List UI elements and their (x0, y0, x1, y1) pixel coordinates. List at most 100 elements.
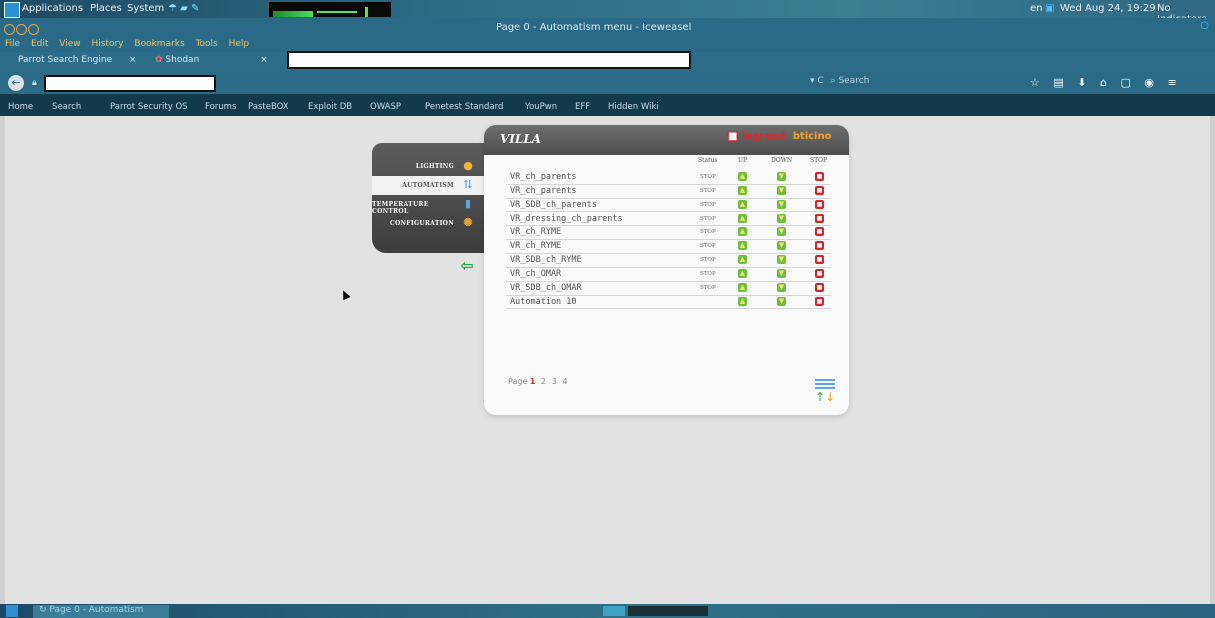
automation-row: VR_SDB_ch_RYME STOP ▲ ▼ ■ (506, 253, 831, 268)
maximize-window-button[interactable] (28, 24, 39, 35)
places-menu[interactable]: Places (90, 3, 122, 14)
tab-parrot-search[interactable]: Parrot Search Engine × (18, 55, 137, 70)
exit-icon[interactable]: ⇦ (458, 257, 476, 275)
menu-history[interactable]: History (91, 39, 123, 49)
menu-icon[interactable]: ≡ (1168, 76, 1177, 89)
home-icon[interactable]: ⌂ (1100, 76, 1107, 89)
down-button[interactable]: ▼ (777, 241, 786, 251)
app-side-menu: LIGHTING ● AUTOMATISM ⇅ TEMPERATURE CONT… (372, 143, 484, 253)
menu-file[interactable]: File (5, 39, 20, 49)
down-button[interactable]: ▼ (777, 268, 786, 278)
page-link-3[interactable]: 3 (552, 377, 557, 386)
stop-button[interactable]: ■ (815, 199, 824, 209)
down-button[interactable]: ▼ (777, 255, 786, 265)
down-button[interactable]: ▼ (777, 172, 786, 181)
up-button[interactable]: ▲ (738, 241, 747, 251)
minimize-window-button[interactable] (16, 24, 27, 35)
bookmark-owasp[interactable]: OWASP (370, 102, 401, 112)
system-menu-icon[interactable] (4, 2, 20, 18)
stop-button[interactable]: ■ (815, 172, 824, 181)
bookmark-forums[interactable]: Forums (205, 102, 236, 112)
down-button[interactable]: ▼ (777, 227, 786, 237)
stop-button[interactable]: ■ (815, 227, 824, 237)
menu-view[interactable]: View (59, 39, 80, 49)
window-maximize-icon[interactable]: ○ (1200, 20, 1209, 31)
up-button[interactable]: ▲ (738, 199, 747, 209)
bookmark-pastebox[interactable]: PasteBOX (248, 102, 289, 112)
clock[interactable]: Wed Aug 24, 19:29 (1060, 3, 1156, 14)
taskbar-window-button[interactable]: ↻ Page 0 - Automatism (33, 605, 169, 618)
bookmark-search[interactable]: Search (52, 102, 81, 112)
down-button[interactable]: ▼ (777, 185, 786, 195)
up-button[interactable]: ▲ (738, 282, 747, 292)
nav-automatism[interactable]: AUTOMATISM ⇅ (372, 176, 484, 195)
workspace-switcher[interactable] (603, 606, 625, 616)
bookmark-parrot-os[interactable]: Parrot Security OS (110, 102, 188, 112)
stop-button[interactable]: ■ (815, 185, 824, 195)
tab-close-icon[interactable]: × (260, 55, 268, 65)
reload-icon[interactable]: ▾ C (810, 76, 824, 86)
menu-edit[interactable]: Edit (31, 39, 48, 49)
close-window-button[interactable] (4, 24, 15, 35)
search-field[interactable]: ▾ C ⌕ Search (810, 76, 1030, 86)
up-button[interactable]: ▲ (738, 227, 747, 237)
up-button[interactable]: ▲ (738, 172, 747, 181)
nav-temperature-control[interactable]: TEMPERATURE CONTROL ▮ (372, 195, 484, 215)
window-titlebar[interactable]: Page 0 - Automatism menu - Iceweasel ○ (0, 18, 1215, 36)
menu-bookmarks[interactable]: Bookmarks (134, 39, 184, 49)
automation-status: STOP (700, 187, 716, 194)
up-button[interactable]: ▲ (738, 255, 747, 265)
up-button[interactable]: ▲ (738, 185, 747, 195)
page-link-2[interactable]: 2 (541, 377, 546, 386)
launcher-icons[interactable]: ☂ ▰ ✎ (168, 3, 199, 14)
stop-button[interactable]: ■ (815, 268, 824, 278)
up-button[interactable]: ▲ (738, 268, 747, 278)
stop-button[interactable]: ■ (815, 282, 824, 292)
bookmark-penetest-standard[interactable]: Penetest Standard (425, 102, 503, 112)
lock-icon: 🔒︎ (32, 78, 37, 88)
network-icon[interactable]: ▣ (1045, 3, 1054, 14)
stop-button[interactable]: ■ (815, 255, 824, 265)
bookmark-home[interactable]: Home (8, 102, 33, 112)
automation-name: VR_ch_RYME (510, 241, 562, 252)
stop-button[interactable]: ■ (815, 213, 824, 223)
tab-close-icon[interactable]: × (129, 55, 137, 65)
down-button[interactable]: ▼ (777, 199, 786, 209)
bookmark-youpwn[interactable]: YouPwn (525, 102, 557, 112)
bookmark-eff[interactable]: EFF (575, 102, 590, 112)
reading-list-icon[interactable]: ▤ (1053, 76, 1063, 89)
url-bar-redacted[interactable] (44, 75, 216, 92)
stop-button[interactable]: ■ (815, 241, 824, 251)
bookmark-hidden-wiki[interactable]: Hidden Wiki (608, 102, 659, 112)
up-down-all-icon[interactable]: ↑↓ (815, 379, 835, 405)
nav-label: CONFIGURATION (389, 220, 454, 227)
automation-status: STOP (700, 215, 716, 222)
sync-icon[interactable]: ◉ (1144, 76, 1154, 89)
up-button[interactable]: ▲ (738, 213, 747, 223)
system-menu[interactable]: System (127, 3, 164, 14)
nav-lighting[interactable]: LIGHTING ● (372, 157, 484, 176)
pagination: Page 1 2 3 4 (508, 377, 567, 386)
download-icon[interactable]: ⬇ (1077, 76, 1086, 89)
tab-shodan[interactable]: ✿ Shodan × (155, 55, 268, 70)
up-button[interactable]: ▲ (738, 296, 747, 306)
automation-name: VR_ch_RYME (510, 227, 562, 238)
down-button[interactable]: ▼ (777, 282, 786, 292)
applications-menu[interactable]: Applications (22, 3, 83, 14)
down-button[interactable]: ▼ (777, 296, 786, 306)
menu-help[interactable]: Help (229, 39, 250, 49)
locale-indicator[interactable]: en (1030, 3, 1043, 14)
workspace-switcher-2[interactable] (628, 606, 708, 616)
automation-row: VR_ch_RYME STOP ▲ ▼ ■ (506, 225, 831, 241)
pocket-icon[interactable]: ▢ (1120, 76, 1130, 89)
page-link-4[interactable]: 4 (562, 377, 567, 386)
start-menu-icon[interactable] (6, 605, 18, 617)
bookmark-star-icon[interactable]: ☆ (1030, 76, 1040, 89)
stop-button[interactable]: ■ (815, 296, 824, 306)
back-button[interactable]: ← (8, 75, 24, 91)
page-current: 1 (529, 377, 536, 386)
down-button[interactable]: ▼ (777, 213, 786, 223)
bookmark-exploit-db[interactable]: Exploit DB (308, 102, 352, 112)
nav-configuration[interactable]: CONFIGURATION ✺ (372, 214, 484, 233)
menu-tools[interactable]: Tools (196, 39, 218, 49)
